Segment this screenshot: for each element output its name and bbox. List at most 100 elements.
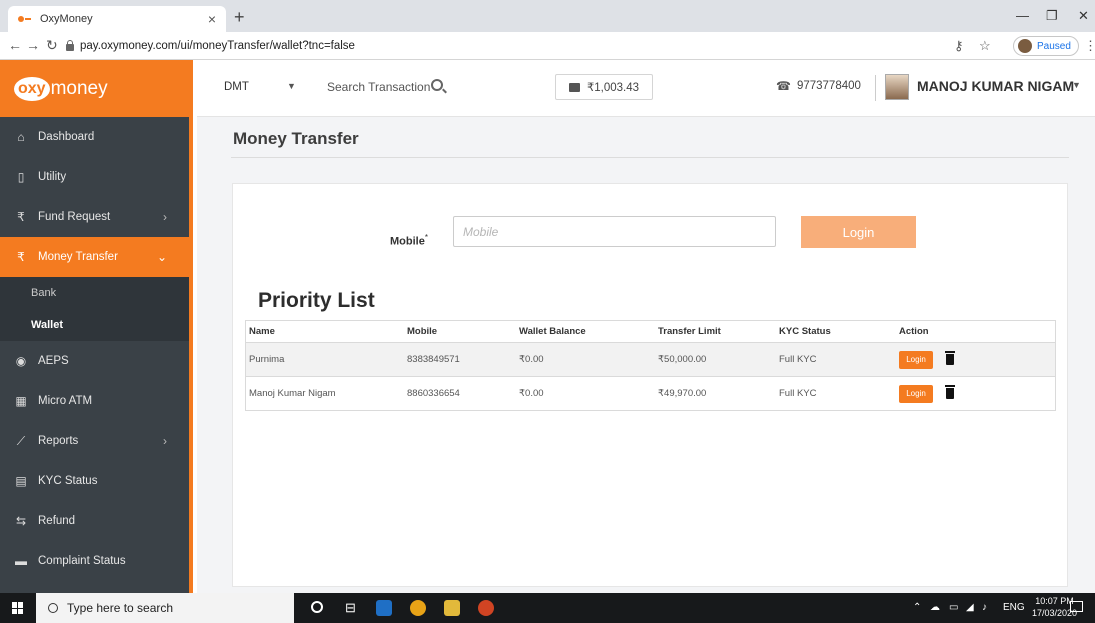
wallet-icon [568, 82, 580, 92]
battery-icon[interactable]: ▭ [949, 602, 958, 613]
star-icon[interactable]: ☆ [979, 38, 991, 54]
service-select[interactable]: DMT [224, 81, 249, 93]
sidebar-item-aeps[interactable]: ◉ AEPS [0, 341, 189, 381]
sidebar-item-money-transfer[interactable]: ₹ Money Transfer ⌄ [0, 237, 189, 277]
forward-icon[interactable]: → [26, 37, 40, 53]
url-text: pay.oxymoney.com/ui/moneyTransfer/wallet… [80, 40, 355, 52]
lock-icon [66, 39, 74, 51]
top-header: DMT ▼ Search Transaction ₹1,003.43 ☎ 977… [197, 60, 1095, 117]
phone-icon: ☎ [776, 79, 791, 93]
priority-table: Name Mobile Wallet Balance Transfer Limi… [245, 320, 1056, 411]
refund-icon: ⇆ [15, 514, 27, 528]
atm-icon: ▦ [15, 394, 27, 408]
home-icon: ⌂ [17, 130, 25, 144]
chrome-icon[interactable] [410, 600, 426, 616]
cell-kyc-status: Full KYC [775, 342, 895, 377]
profile-status: Paused [1037, 40, 1071, 52]
oxymoney-logo[interactable]: oxy money [14, 76, 108, 101]
sidebar-item-micro-atm[interactable]: ▦ Micro ATM [0, 381, 189, 421]
restore-icon[interactable]: ❐ [1046, 8, 1058, 24]
caret-down-icon[interactable]: ▼ [1072, 80, 1081, 90]
chevron-right-icon: › [163, 434, 167, 448]
chevron-down-icon: ⌄ [156, 250, 167, 264]
menu-dots-icon[interactable]: ⋮ [1084, 38, 1095, 54]
required-marker: * [424, 233, 428, 242]
rupee-icon: ₹ [17, 210, 25, 224]
trash-icon[interactable] [945, 385, 955, 399]
money-transfer-card: Mobile* Login Priority List Name Mobile … [232, 183, 1068, 587]
wallet-balance: ₹1,003.43 [555, 74, 653, 100]
cell-transfer-limit: ₹49,970.00 [654, 376, 775, 411]
tab-title: OxyMoney [40, 13, 93, 25]
volume-icon[interactable]: ♪ [982, 602, 987, 613]
close-tab-icon[interactable]: × [208, 11, 216, 27]
caret-down-icon[interactable]: ▼ [287, 81, 296, 91]
minimize-icon[interactable]: — [1016, 8, 1029, 23]
outlook-icon[interactable] [376, 600, 392, 616]
column-header-kyc-status: KYC Status [775, 320, 895, 343]
trash-icon[interactable] [945, 351, 955, 365]
taskbar-search[interactable]: Type here to search [36, 593, 294, 623]
sidebar-item-utility[interactable]: ▯ Utility [0, 157, 189, 197]
cell-action: Login [895, 376, 1056, 411]
row-login-button[interactable]: Login [899, 384, 933, 403]
divider [231, 157, 1069, 158]
mobile-input[interactable] [453, 216, 776, 247]
back-icon[interactable]: ← [8, 37, 22, 53]
sidebar-item-complaint-status[interactable]: ▬ Complaint Status [0, 541, 189, 581]
chart-icon: ⟋ [16, 433, 26, 448]
cell-name: Purnima [245, 342, 403, 377]
cell-wallet-balance: ₹0.00 [515, 376, 654, 411]
new-tab-icon[interactable]: + [234, 7, 245, 28]
windows-taskbar: Type here to search ⊟ ⌃ ☁ ▭ ◢ ♪ ENG 10:0… [0, 593, 1095, 623]
close-window-icon[interactable]: ✕ [1078, 8, 1089, 24]
file-explorer-icon[interactable] [444, 600, 460, 616]
user-avatar[interactable] [885, 74, 909, 100]
header-divider [875, 75, 876, 101]
fingerprint-icon: ◉ [15, 354, 27, 368]
chevron-up-icon[interactable]: ⌃ [913, 602, 921, 613]
column-header-transfer-limit: Transfer Limit [654, 320, 775, 343]
cell-name: Manoj Kumar Nigam [245, 376, 403, 411]
windows-start-icon[interactable] [12, 602, 24, 614]
url-field[interactable]: pay.oxymoney.com/ui/moneyTransfer/wallet… [66, 36, 766, 56]
user-name[interactable]: MANOJ KUMAR NIGAM [917, 78, 1074, 94]
reload-icon[interactable]: ↻ [46, 37, 58, 54]
sidebar-item-refund[interactable]: ⇆ Refund [0, 501, 189, 541]
sidebar-item-dashboard[interactable]: ⌂ Dashboard [0, 117, 189, 157]
cell-wallet-balance: ₹0.00 [515, 342, 654, 377]
sidebar-subitem-wallet[interactable]: Wallet [0, 309, 189, 341]
onedrive-icon[interactable]: ☁ [930, 602, 940, 613]
notification-icon[interactable] [1070, 601, 1083, 612]
sidebar-item-fund-request[interactable]: ₹ Fund Request › [0, 197, 189, 237]
rupee-icon: ₹ [17, 250, 25, 264]
sidebar-item-kyc-status[interactable]: ▤ KYC Status [0, 461, 189, 501]
address-bar: ← → ↻ pay.oxymoney.com/ui/moneyTransfer/… [0, 32, 1095, 60]
language-indicator[interactable]: ENG [1003, 602, 1025, 613]
money-transfer-submenu: Bank Wallet [0, 277, 189, 341]
logo-area: oxy money [0, 60, 189, 117]
sidebar-item-reports[interactable]: ⟋ Reports › [0, 421, 189, 461]
column-header-wallet-balance: Wallet Balance [515, 320, 654, 343]
powerpoint-icon[interactable] [478, 600, 494, 616]
id-card-icon: ▤ [15, 474, 27, 488]
sidebar: oxy money ⌂ Dashboard ▯ Utility ₹ Fund Re… [0, 60, 193, 593]
sidebar-subitem-bank[interactable]: Bank [0, 277, 189, 309]
key-icon[interactable]: ⚷ [954, 38, 964, 54]
cortana-icon[interactable] [311, 601, 323, 613]
wifi-icon[interactable]: ◢ [966, 602, 974, 613]
column-header-mobile: Mobile [403, 320, 515, 343]
browser-tab[interactable]: OxyMoney × [8, 6, 226, 32]
profile-button[interactable]: Paused [1013, 36, 1079, 56]
login-button[interactable]: Login [801, 216, 916, 248]
oxymoney-favicon-icon [18, 15, 32, 23]
search-icon[interactable] [431, 79, 443, 91]
task-view-icon[interactable]: ⊟ [345, 600, 356, 616]
cell-transfer-limit: ₹50,000.00 [654, 342, 775, 377]
search-transaction-link[interactable]: Search Transaction [327, 80, 430, 94]
search-icon [48, 603, 58, 613]
column-header-name: Name [245, 320, 403, 343]
column-header-action: Action [895, 320, 1056, 343]
comment-icon: ▬ [15, 554, 27, 568]
row-login-button[interactable]: Login [899, 350, 933, 369]
